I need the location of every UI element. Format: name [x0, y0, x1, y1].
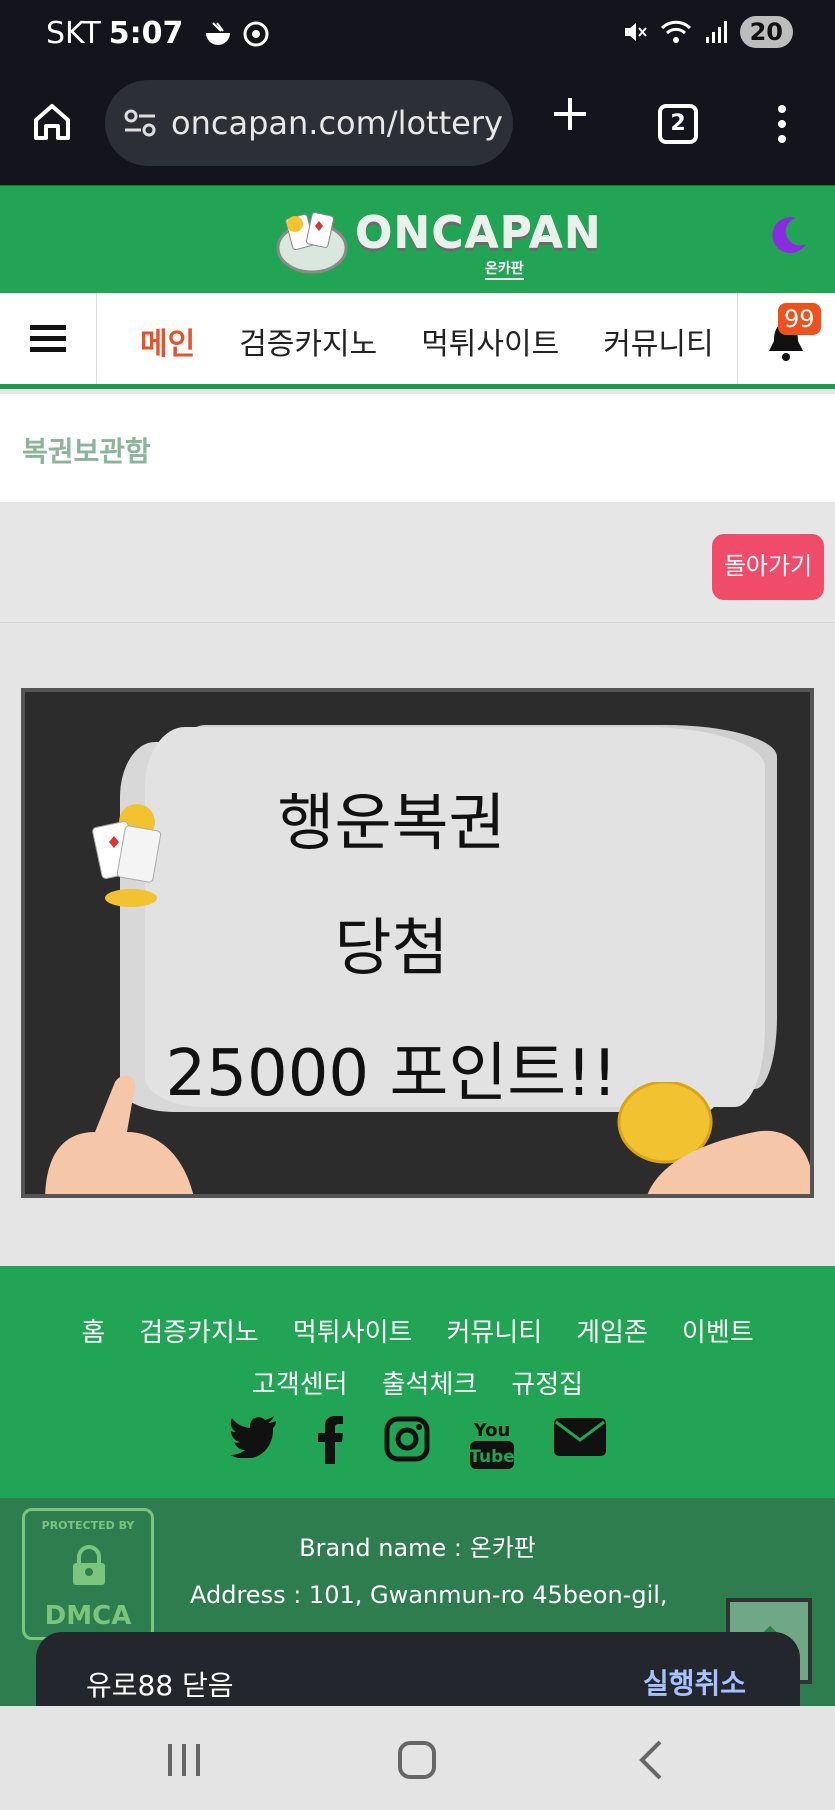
battery-level: 20 [739, 16, 793, 48]
back-nav-icon[interactable] [636, 1740, 664, 1780]
footer-link-rules[interactable]: 규정집 [511, 1364, 583, 1401]
page-title: 복권보관함 [22, 435, 151, 468]
dark-mode-toggle-icon[interactable] [766, 214, 810, 258]
nav-item-verified-casino[interactable]: 검증카지노 [239, 319, 377, 363]
new-tab-icon[interactable] [548, 92, 592, 136]
dmca-label: DMCA [44, 1601, 132, 1631]
signal-icon [705, 21, 727, 43]
facebook-icon[interactable] [317, 1416, 344, 1464]
clock: 5:07 [108, 16, 184, 51]
ticket-result: 당첨 [334, 911, 449, 984]
back-button[interactable]: 돌아가기 [712, 534, 824, 600]
hand-coin-icon [617, 1082, 810, 1194]
menu-icon[interactable] [774, 104, 790, 144]
footer-link-verified-casino[interactable]: 검증카지노 [139, 1312, 259, 1349]
hand-left-icon [45, 1075, 194, 1194]
nav-item-main[interactable]: 메인 [140, 319, 195, 363]
browser-toolbar: oncapan.com/lottery 2 [0, 70, 835, 185]
instagram-icon[interactable] [384, 1416, 430, 1462]
recent-apps-icon[interactable] [164, 1742, 204, 1778]
hamburger-menu-button[interactable] [0, 293, 97, 384]
lottery-result-ticket: 행운복권 당첨 25000 포인트!! [21, 688, 814, 1198]
nav-item-scam-sites[interactable]: 먹튀사이트 [421, 319, 559, 363]
mail-icon[interactable] [553, 1416, 606, 1458]
site-logo[interactable]: ONCAPAN 온카판 [275, 206, 601, 280]
hamburger-icon [30, 324, 66, 352]
snackbar-message: 유로88 닫음 [86, 1669, 234, 1702]
home-icon[interactable] [30, 100, 74, 144]
carrier-label: SKT [46, 16, 101, 51]
status-bar: SKT 5:07 20 [0, 0, 835, 70]
footer-link-events[interactable]: 이벤트 [682, 1312, 754, 1349]
mute-icon [624, 23, 647, 41]
ticket-title: 행운복권 [277, 786, 506, 859]
noodle-icon [206, 21, 231, 45]
site-settings-icon[interactable] [123, 108, 157, 138]
twitter-icon[interactable] [229, 1416, 278, 1458]
main-nav: 메인 검증카지노 먹튀사이트 커뮤니티 99 [0, 293, 835, 389]
footer-link-attendance[interactable]: 출석체크 [382, 1364, 478, 1401]
notifications-button[interactable]: 99 [737, 293, 835, 384]
logo-text: ONCAPAN [355, 208, 602, 259]
youtube-icon-top-label: You [472, 1420, 510, 1441]
site-footer: 홈 검증카지노 먹튀사이트 커뮤니티 게임존 이벤트 고객센터 출석체크 규정집… [0, 1266, 835, 1498]
youtube-icon[interactable]: You Tube [469, 1416, 514, 1470]
logo-subtitle: 온카판 [485, 258, 524, 280]
home-nav-icon[interactable] [397, 1740, 437, 1780]
brand-name: Brand name : 온카판 [299, 1534, 536, 1562]
breadcrumb: 복권보관함 [0, 394, 835, 502]
address: Address : 101, Gwanmun-ro 45beon-gil, [190, 1581, 668, 1609]
footer-link-game-zone[interactable]: 게임존 [576, 1312, 648, 1349]
undo-button[interactable]: 실행취소 [643, 1662, 746, 1702]
youtube-icon-bottom-label: Tube [470, 1447, 514, 1467]
footer-link-scam-sites[interactable]: 먹튀사이트 [293, 1312, 413, 1349]
nav-item-community[interactable]: 커뮤니티 [603, 319, 713, 363]
footer-link-home[interactable]: 홈 [81, 1312, 105, 1349]
chrome-icon [243, 21, 269, 46]
url-text[interactable]: oncapan.com/lottery [171, 104, 503, 142]
address-bar[interactable]: oncapan.com/lottery [105, 80, 513, 166]
snackbar: 유로88 닫음 실행취소 [36, 1632, 800, 1712]
footer-link-support[interactable]: 고객센터 [252, 1364, 348, 1401]
tab-switcher-button[interactable]: 2 [658, 104, 698, 144]
logo-cards-icon [276, 212, 348, 274]
notification-count-badge: 99 [778, 303, 821, 335]
site-header: ONCAPAN 온카판 [0, 185, 835, 293]
footer-link-community[interactable]: 커뮤니티 [446, 1312, 542, 1349]
wifi-icon [660, 20, 691, 43]
system-navigation-bar [0, 1706, 835, 1810]
